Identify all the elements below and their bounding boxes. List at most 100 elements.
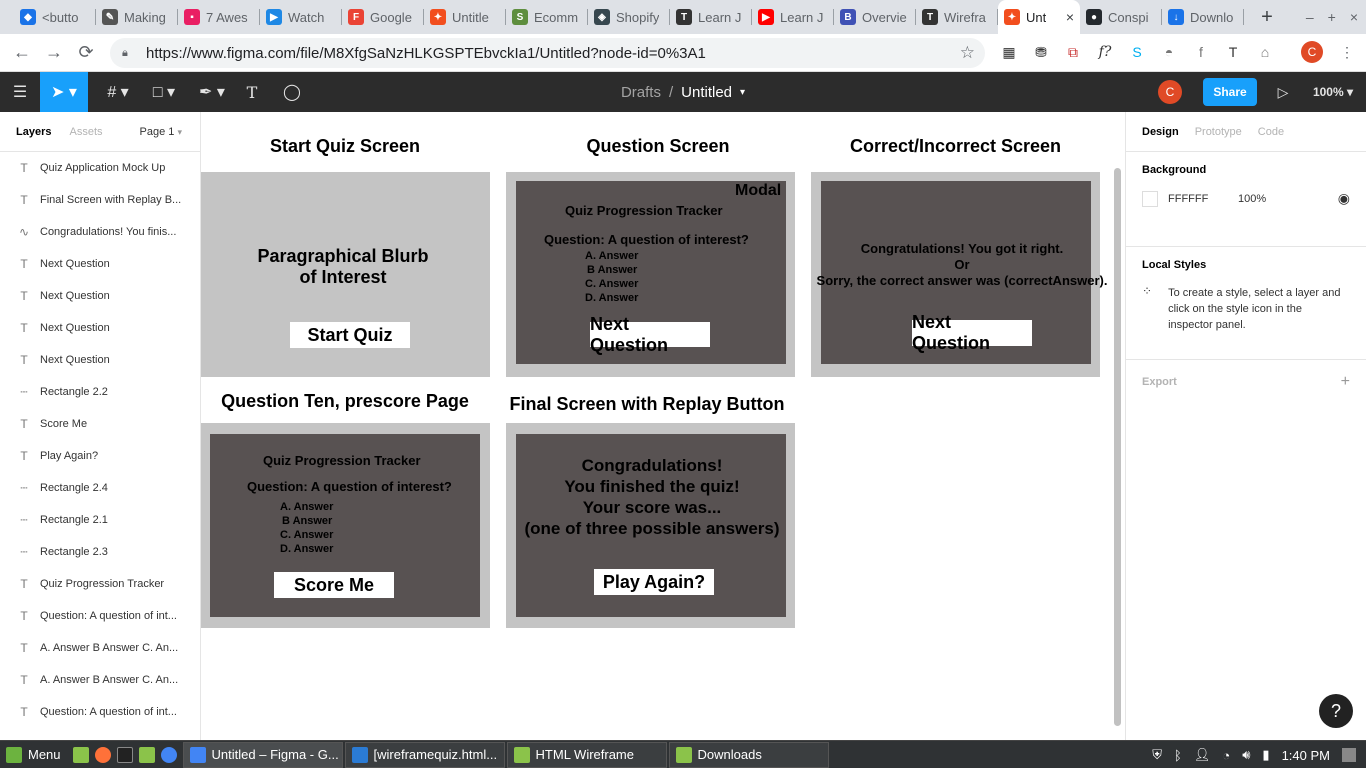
extension-icon[interactable]: ⧉ <box>1062 41 1084 63</box>
back-icon[interactable]: ← <box>6 37 38 69</box>
url-bar[interactable]: 🔒︎ https://www.figma.com/file/M8XfgSaNzH… <box>110 38 985 68</box>
taskbar-window[interactable]: Untitled – Figma - G... <box>182 741 343 768</box>
layer-item[interactable]: T Next Question <box>0 312 200 344</box>
url-text[interactable]: https://www.figma.com/file/M8XfgSaNzHLKG… <box>146 45 706 62</box>
layer-item[interactable]: T Quiz Application Mock Up <box>0 152 200 184</box>
browser-tab[interactable]: F Google <box>342 0 424 34</box>
next-question-button[interactable]: Next Question <box>912 312 1032 353</box>
start-quiz-button[interactable]: Start Quiz <box>290 322 410 348</box>
layer-item[interactable]: ┄ Rectangle 2.3 <box>0 536 200 568</box>
help-button[interactable]: ? <box>1319 694 1353 728</box>
apps-grid-icon[interactable]: ▦ <box>998 41 1020 63</box>
shield-icon[interactable]: ⛨ <box>1152 747 1162 763</box>
discord-icon[interactable]: ◓ <box>1158 41 1180 63</box>
color-swatch[interactable] <box>1142 190 1158 207</box>
forward-icon[interactable]: → <box>38 37 70 69</box>
files-icon[interactable] <box>138 746 155 763</box>
browser-tab[interactable]: ◈ Shopify <box>588 0 670 34</box>
user-avatar[interactable]: C <box>1158 80 1182 104</box>
browser-tab[interactable]: ◆ <butto <box>14 0 96 34</box>
bg-opacity-input[interactable]: 100% <box>1238 193 1266 205</box>
tab-code[interactable]: Code <box>1258 126 1284 138</box>
extension-icon[interactable]: ⌂ <box>1254 41 1276 63</box>
browser-tab[interactable]: ▪ 7 Awes <box>178 0 260 34</box>
zoom-dropdown[interactable]: 100% ▾ <box>1306 72 1360 112</box>
volume-icon[interactable]: 🔊︎ <box>1242 747 1250 763</box>
terminal-icon[interactable] <box>116 746 133 763</box>
taskbar-window[interactable]: HTML Wireframe <box>506 741 667 768</box>
canvas-scrollbar[interactable] <box>1114 168 1121 726</box>
reload-icon[interactable]: ⟳ <box>70 37 102 69</box>
layer-item[interactable]: T Final Screen with Replay B... <box>0 184 200 216</box>
layer-item[interactable]: T A. Answer B Answer C. An... <box>0 664 200 696</box>
bookmark-star-icon[interactable]: ☆ <box>960 43 975 63</box>
file-name[interactable]: Untitled <box>681 84 732 101</box>
layer-item[interactable]: T A. Answer B Answer C. An... <box>0 632 200 664</box>
chrome-icon[interactable] <box>160 746 177 763</box>
extension-icon[interactable]: T <box>1222 41 1244 63</box>
layer-item[interactable]: T Quiz Progression Tracker <box>0 568 200 600</box>
clock[interactable]: 1:40 PM <box>1282 748 1330 763</box>
score-me-button[interactable]: Score Me <box>274 572 394 598</box>
drafts-link[interactable]: Drafts <box>621 84 661 101</box>
extension-icon[interactable]: ⛃ <box>1030 41 1052 63</box>
browser-menu-icon[interactable]: ⋮ <box>1336 41 1358 63</box>
layer-item[interactable]: T Play Again? <box>0 440 200 472</box>
close-tab-icon[interactable]: × <box>1066 9 1074 25</box>
start-menu-button[interactable]: Menu <box>0 742 67 768</box>
user-icon[interactable]: 👤︎ <box>1194 747 1211 763</box>
browser-tab[interactable]: ▶ Watch <box>260 0 342 34</box>
browser-tab[interactable]: B Overvie <box>834 0 916 34</box>
bg-hex-input[interactable]: FFFFFF <box>1168 193 1228 205</box>
layer-item[interactable]: ┄ Rectangle 2.2 <box>0 376 200 408</box>
layer-item[interactable]: ┄ Rectangle 2.4 <box>0 472 200 504</box>
close-window-button[interactable]: × <box>1350 9 1358 25</box>
browser-tab[interactable]: ✎ Making <box>96 0 178 34</box>
firefox-icon[interactable] <box>94 746 111 763</box>
tab-assets[interactable]: Assets <box>69 126 102 138</box>
network-icon[interactable]: ◔ <box>1222 748 1230 763</box>
browser-tab[interactable]: T Wirefra <box>916 0 998 34</box>
next-question-button[interactable]: Next Question <box>590 314 710 355</box>
minimize-button[interactable]: – <box>1306 9 1314 25</box>
taskbar-window[interactable]: Downloads <box>668 741 829 768</box>
workspace-icon[interactable] <box>1342 748 1356 762</box>
layer-item[interactable]: ∿ Congradulations! You finis... <box>0 216 200 248</box>
layer-item[interactable]: ┄ Rectangle 2.1 <box>0 504 200 536</box>
layer-item[interactable]: T Next Question <box>0 344 200 376</box>
fx-extension-icon[interactable]: f? <box>1094 41 1116 63</box>
share-button[interactable]: Share <box>1203 78 1257 106</box>
browser-tab[interactable]: ▶ Learn J <box>752 0 834 34</box>
show-desktop-icon[interactable] <box>72 746 89 763</box>
taskbar-window[interactable]: [wireframequiz.html... <box>344 741 505 768</box>
layer-item[interactable]: T Next Question <box>0 248 200 280</box>
browser-tab[interactable]: ● Conspi <box>1080 0 1162 34</box>
layer-item[interactable]: T Question: A question of int... <box>0 600 200 632</box>
browser-tab[interactable]: ✦ Unt × <box>998 0 1080 34</box>
layer-item[interactable]: T Question: A question of int... <box>0 696 200 728</box>
tab-design[interactable]: Design <box>1142 126 1179 138</box>
maximize-button[interactable]: + <box>1328 9 1336 25</box>
layer-item[interactable]: T Next Question <box>0 280 200 312</box>
page-selector[interactable]: Page 1 ▾ <box>140 126 182 138</box>
add-export-icon[interactable]: + <box>1341 374 1350 390</box>
browser-tab[interactable]: ✦ Untitle <box>424 0 506 34</box>
browser-tab[interactable]: T Learn J <box>670 0 752 34</box>
present-play-icon[interactable]: ▷ <box>1272 72 1294 112</box>
bluetooth-icon[interactable]: ᛒ <box>1174 748 1182 763</box>
layer-item[interactable]: T Score Me <box>0 408 200 440</box>
tab-layers[interactable]: Layers <box>16 126 51 138</box>
tab-prototype[interactable]: Prototype <box>1195 126 1242 138</box>
skype-icon[interactable]: S <box>1126 41 1148 63</box>
play-again-button[interactable]: Play Again? <box>594 569 714 595</box>
browser-tab[interactable]: ↓ Downlo <box>1162 0 1244 34</box>
profile-avatar[interactable]: C <box>1301 41 1323 63</box>
facebook-icon[interactable]: f <box>1190 41 1212 63</box>
new-tab-button[interactable]: + <box>1252 0 1282 34</box>
eye-icon[interactable]: ◉ <box>1338 190 1350 207</box>
browser-tab[interactable]: S Ecomm <box>506 0 588 34</box>
figma-canvas[interactable]: Start Quiz Screen Paragraphical Blurb of … <box>201 112 1125 740</box>
battery-icon[interactable]: ▮ <box>1262 747 1269 763</box>
chevron-down-icon[interactable]: ▾ <box>740 87 745 98</box>
text-layer-icon: T <box>20 641 28 655</box>
